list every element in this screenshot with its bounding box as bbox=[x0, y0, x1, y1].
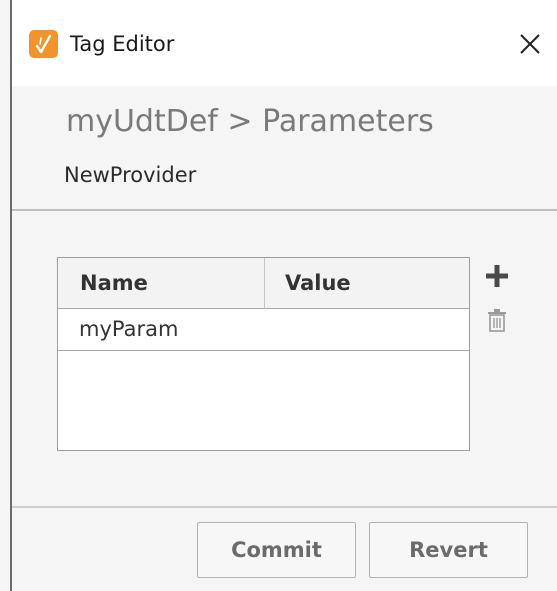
tag-editor-window: Tag Editor myUdtDef > Parameters NewProv… bbox=[0, 0, 557, 591]
column-header-name[interactable]: Name bbox=[80, 258, 148, 308]
add-parameter-button[interactable] bbox=[484, 262, 510, 290]
tag-editor-app-icon bbox=[29, 30, 58, 58]
delete-parameter-button[interactable] bbox=[486, 308, 508, 334]
column-header-value[interactable]: Value bbox=[285, 258, 351, 308]
commit-button[interactable]: Commit bbox=[197, 522, 356, 578]
provider-label: NewProvider bbox=[64, 163, 197, 187]
cell-param-name[interactable]: myParam bbox=[79, 309, 178, 350]
table-row[interactable]: myParam bbox=[58, 309, 469, 351]
close-button[interactable] bbox=[512, 26, 548, 62]
close-icon bbox=[520, 34, 540, 54]
plus-icon bbox=[486, 265, 508, 287]
parameters-table[interactable]: Name Value myParam bbox=[57, 257, 470, 451]
breadcrumb: myUdtDef > Parameters bbox=[66, 104, 434, 139]
cell-param-value[interactable] bbox=[265, 309, 468, 350]
revert-button[interactable]: Revert bbox=[369, 522, 528, 578]
window-title: Tag Editor bbox=[70, 32, 175, 56]
trash-icon bbox=[488, 309, 506, 332]
